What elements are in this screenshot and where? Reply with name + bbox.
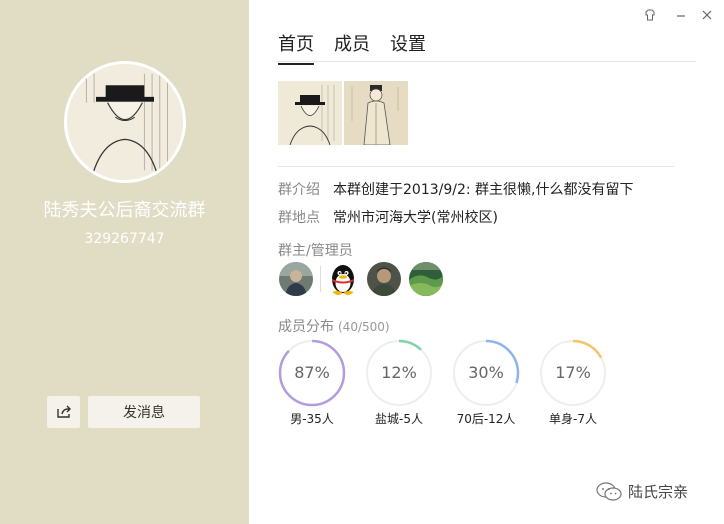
penguin-icon [326, 262, 360, 296]
location-row: 群地点 常州市河海大学(常州校区) [278, 207, 498, 227]
section-divider [278, 166, 674, 167]
ring-percent: 30% [468, 363, 504, 382]
group-number: 329267747 [84, 231, 165, 247]
minimize-button[interactable] [674, 8, 688, 22]
ring-age[interactable]: 30% [452, 339, 520, 407]
admin-avatar-2[interactable] [367, 262, 401, 296]
landscape-photo [409, 262, 443, 296]
send-message-button[interactable]: 发消息 [88, 396, 200, 428]
owner-avatar[interactable] [279, 262, 313, 296]
admin-avatar-3[interactable] [409, 262, 443, 296]
distribution-label: 成员分布 [278, 319, 334, 335]
portrait-thumbnail [278, 81, 342, 145]
ring-percent: 17% [555, 363, 591, 382]
admins-title: 群主/管理员 [278, 243, 353, 259]
group-name: 陆秀夫公后裔交流群 [43, 200, 206, 221]
close-icon [702, 10, 712, 20]
share-button[interactable] [47, 396, 80, 428]
group-profile-panel: 陆秀夫公后裔交流群 329267747 发消息 [0, 0, 249, 524]
location-label: 群地点 [278, 210, 320, 226]
ring-label-single: 单身-7人 [549, 412, 597, 426]
admin-avatar-1[interactable] [326, 262, 360, 296]
owner-admin-divider [320, 266, 321, 292]
intro-row: 群介绍 本群创建于2013/9/2: 群主很懒,什么都没有留下 [278, 179, 634, 199]
ring-label-age: 70后-12人 [456, 412, 516, 426]
person-photo [367, 262, 401, 296]
ring-single[interactable]: 17% [539, 339, 607, 407]
ring-gender[interactable]: 87% [278, 339, 346, 407]
share-icon [56, 405, 71, 418]
distribution-title: 成员分布 (40/500) [278, 316, 390, 336]
location-value: 常州市河海大学(常州校区) [333, 210, 498, 226]
ring-label-region: 盐城-5人 [375, 412, 423, 426]
member-count: (40/500) [338, 320, 390, 334]
shirt-icon [645, 9, 655, 21]
intro-value: 本群创建于2013/9/2: 群主很懒,什么都没有留下 [333, 182, 634, 198]
person-photo [279, 262, 313, 296]
ring-region[interactable]: 12% [365, 339, 433, 407]
group-photo-1[interactable] [278, 81, 342, 145]
portrait-image [67, 64, 183, 180]
wechat-icon [596, 481, 622, 501]
tab-bar: 首页 成员 设置 [278, 30, 446, 65]
ring-label-gender: 男-35人 [290, 412, 334, 426]
skin-button[interactable] [643, 8, 657, 22]
watermark-text: 陆氏宗亲 [628, 483, 689, 501]
tab-home[interactable]: 首页 [278, 30, 314, 65]
tab-settings[interactable]: 设置 [390, 30, 426, 61]
group-photo-2[interactable] [344, 81, 408, 145]
tab-divider [278, 61, 696, 62]
ring-percent: 87% [294, 363, 330, 382]
minimize-icon [677, 15, 685, 17]
watermark: 陆氏宗亲 [596, 481, 688, 502]
close-button[interactable] [700, 8, 714, 22]
intro-label: 群介绍 [278, 182, 320, 198]
standing-figure-thumbnail [344, 81, 408, 145]
tab-members[interactable]: 成员 [334, 30, 370, 61]
group-avatar[interactable] [64, 61, 186, 183]
ring-percent: 12% [381, 363, 417, 382]
